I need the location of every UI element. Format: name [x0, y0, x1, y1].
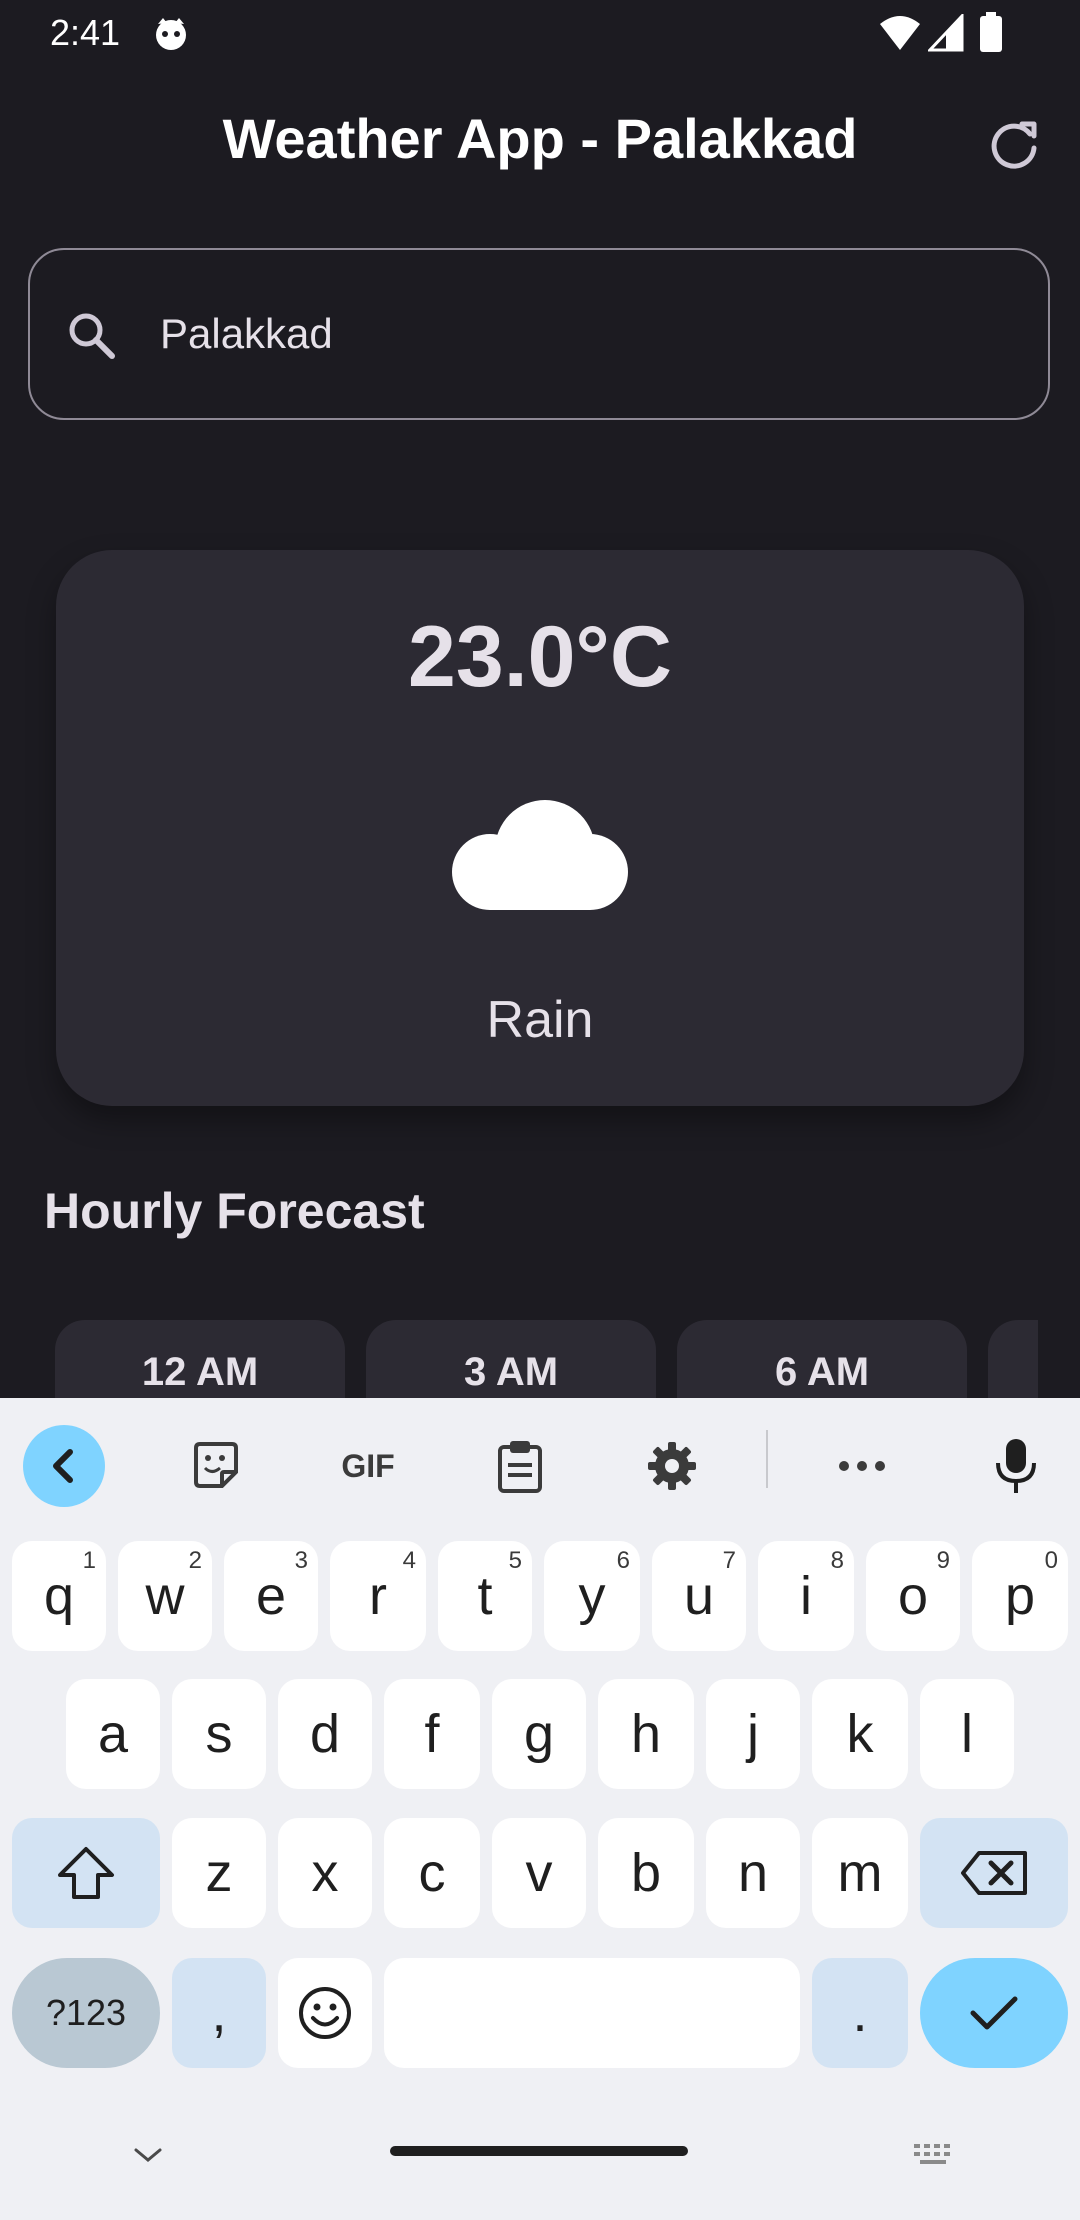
hourly-time: 6 AM [774, 1350, 870, 1394]
key-c[interactable]: c [384, 1818, 480, 1928]
app-notification-icon [156, 18, 186, 50]
shift-key[interactable] [12, 1818, 160, 1928]
check-icon [970, 1996, 1018, 2030]
hourly-forecast-title: Hourly Forecast [44, 1183, 425, 1239]
key-d[interactable]: d [278, 1679, 372, 1789]
key-o[interactable]: o9 [866, 1541, 960, 1651]
key-hint: 4 [402, 1547, 416, 1574]
key-hint: 3 [294, 1547, 308, 1574]
hourly-time: 3 AM [463, 1350, 559, 1394]
key-b[interactable]: b [598, 1818, 694, 1928]
wifi-icon [880, 16, 920, 50]
emoji-icon [299, 1987, 351, 2039]
temperature: 23.0°C [408, 609, 672, 705]
search-icon [69, 313, 115, 359]
key-h[interactable]: h [598, 1679, 694, 1789]
key-q[interactable]: q1 [12, 1541, 106, 1651]
hourly-time: 12 AM [141, 1350, 259, 1394]
key-e[interactable]: e3 [224, 1541, 318, 1651]
key-hint: 2 [188, 1547, 202, 1574]
key-v[interactable]: v [492, 1818, 586, 1928]
key-label: i [800, 1566, 812, 1626]
key-s[interactable]: s [172, 1679, 266, 1789]
key-r[interactable]: r4 [330, 1541, 426, 1651]
hide-keyboard-icon[interactable] [128, 2140, 168, 2170]
space-key[interactable] [384, 1958, 800, 2068]
refresh-icon[interactable] [980, 114, 1048, 174]
key-a[interactable]: a [66, 1679, 160, 1789]
key-hint: 5 [508, 1547, 522, 1574]
key-u[interactable]: u7 [652, 1541, 746, 1651]
key-y[interactable]: y6 [544, 1541, 640, 1651]
emoji-key[interactable] [278, 1958, 372, 2068]
key-l[interactable]: l [920, 1679, 1014, 1789]
on-screen-keyboard [0, 1398, 1080, 2220]
sticker-button[interactable] [172, 1422, 260, 1510]
weather-condition: Rain [486, 991, 594, 1049]
keyboard-back-button[interactable] [20, 1422, 108, 1510]
key-x[interactable]: x [278, 1818, 372, 1928]
cellular-signal-icon [928, 14, 964, 52]
home-gesture-bar[interactable] [390, 2146, 688, 2156]
page-title: Weather App - Palakkad [222, 107, 858, 170]
key-hint: 0 [1044, 1547, 1058, 1574]
key-n[interactable]: n [706, 1818, 800, 1928]
settings-button[interactable] [628, 1422, 716, 1510]
key-z[interactable]: z [172, 1818, 266, 1928]
key-m[interactable]: m [812, 1818, 908, 1928]
key-f[interactable]: f [384, 1679, 480, 1789]
key-label: r [369, 1566, 387, 1626]
key-label: y [578, 1566, 606, 1626]
key-hint: 6 [616, 1547, 630, 1574]
toolbar-divider [766, 1430, 768, 1488]
more-horizontal-icon [839, 1461, 885, 1471]
backspace-icon [961, 1851, 1027, 1895]
gif-button[interactable]: GIF [324, 1422, 412, 1510]
shift-icon [58, 1847, 114, 1899]
symbols-key[interactable]: ?123 [12, 1958, 160, 2068]
search-input[interactable] [160, 300, 1020, 368]
microphone-icon [996, 1439, 1036, 1493]
key-hint: 7 [722, 1547, 736, 1574]
key-label: o [897, 1566, 929, 1626]
chevron-left-icon [23, 1425, 105, 1507]
sticker-icon [194, 1442, 238, 1488]
keyboard-switch-icon[interactable] [910, 2140, 960, 2170]
key-w[interactable]: w2 [118, 1541, 212, 1651]
clipboard-icon [498, 1441, 542, 1493]
comma-key[interactable]: , [172, 1958, 266, 2068]
battery-icon [980, 12, 1002, 52]
key-label: e [255, 1566, 287, 1626]
key-p[interactable]: p0 [972, 1541, 1068, 1651]
done-key[interactable] [920, 1958, 1068, 2068]
key-t[interactable]: t5 [438, 1541, 532, 1651]
gear-icon [648, 1442, 696, 1490]
key-i[interactable]: i8 [758, 1541, 854, 1651]
voice-input-button[interactable] [972, 1422, 1060, 1510]
key-label: t [477, 1566, 493, 1626]
key-hint: 1 [82, 1547, 96, 1574]
key-label: u [683, 1566, 715, 1626]
status-time: 2:41 [50, 12, 121, 53]
key-label: p [1004, 1566, 1036, 1626]
key-hint: 9 [936, 1547, 950, 1574]
key-label: q [43, 1566, 75, 1626]
key-hint: 8 [830, 1547, 844, 1574]
key-j[interactable]: j [706, 1679, 800, 1789]
key-g[interactable]: g [492, 1679, 586, 1789]
period-key[interactable]: . [812, 1958, 908, 2068]
key-label: w [145, 1566, 185, 1626]
backspace-key[interactable] [920, 1818, 1068, 1928]
more-options-button[interactable] [818, 1422, 906, 1510]
key-k[interactable]: k [812, 1679, 908, 1789]
cloud-icon [452, 800, 628, 910]
clipboard-button[interactable] [476, 1422, 564, 1510]
